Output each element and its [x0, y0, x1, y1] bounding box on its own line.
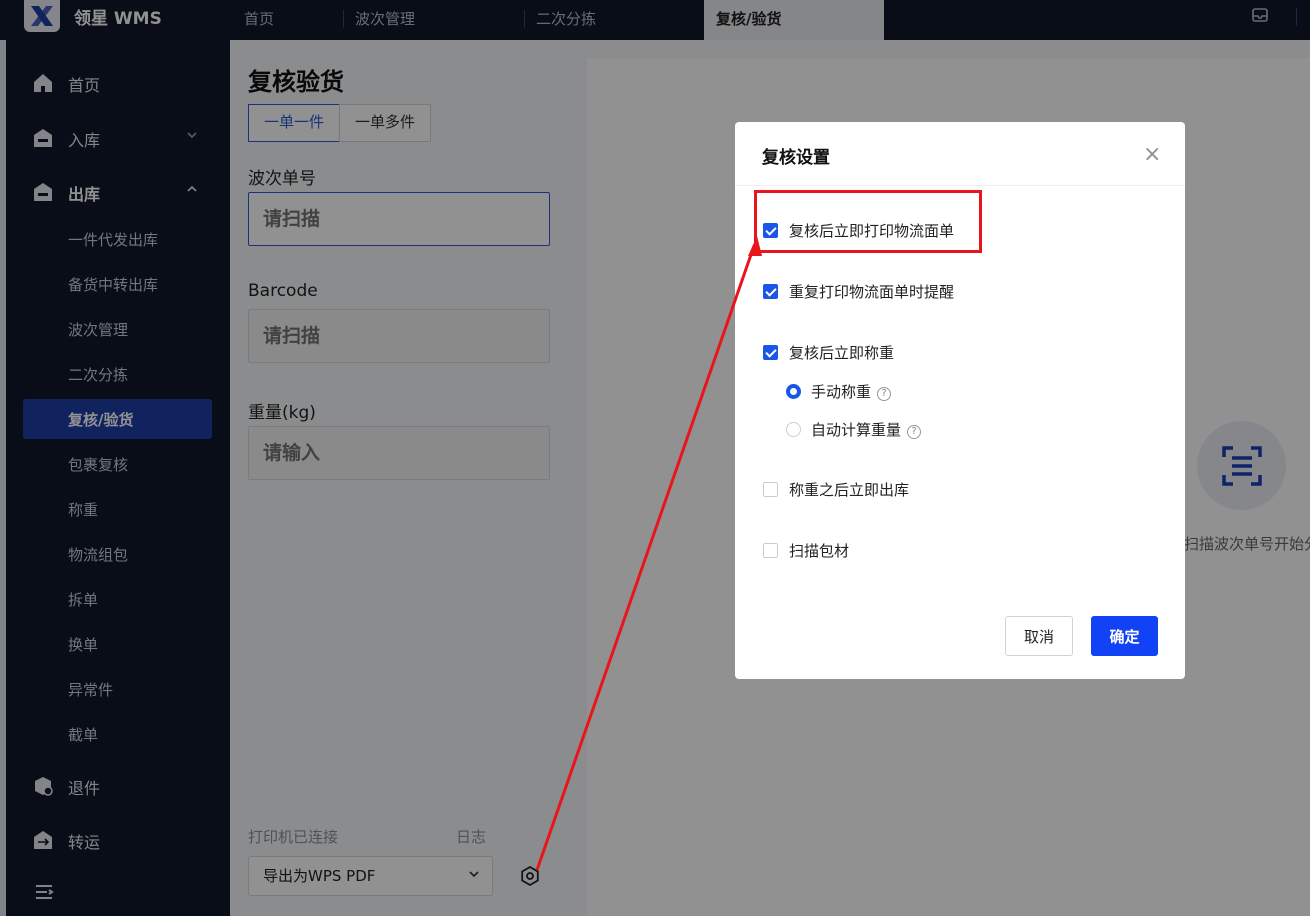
- annotation-arrow: [535, 236, 762, 871]
